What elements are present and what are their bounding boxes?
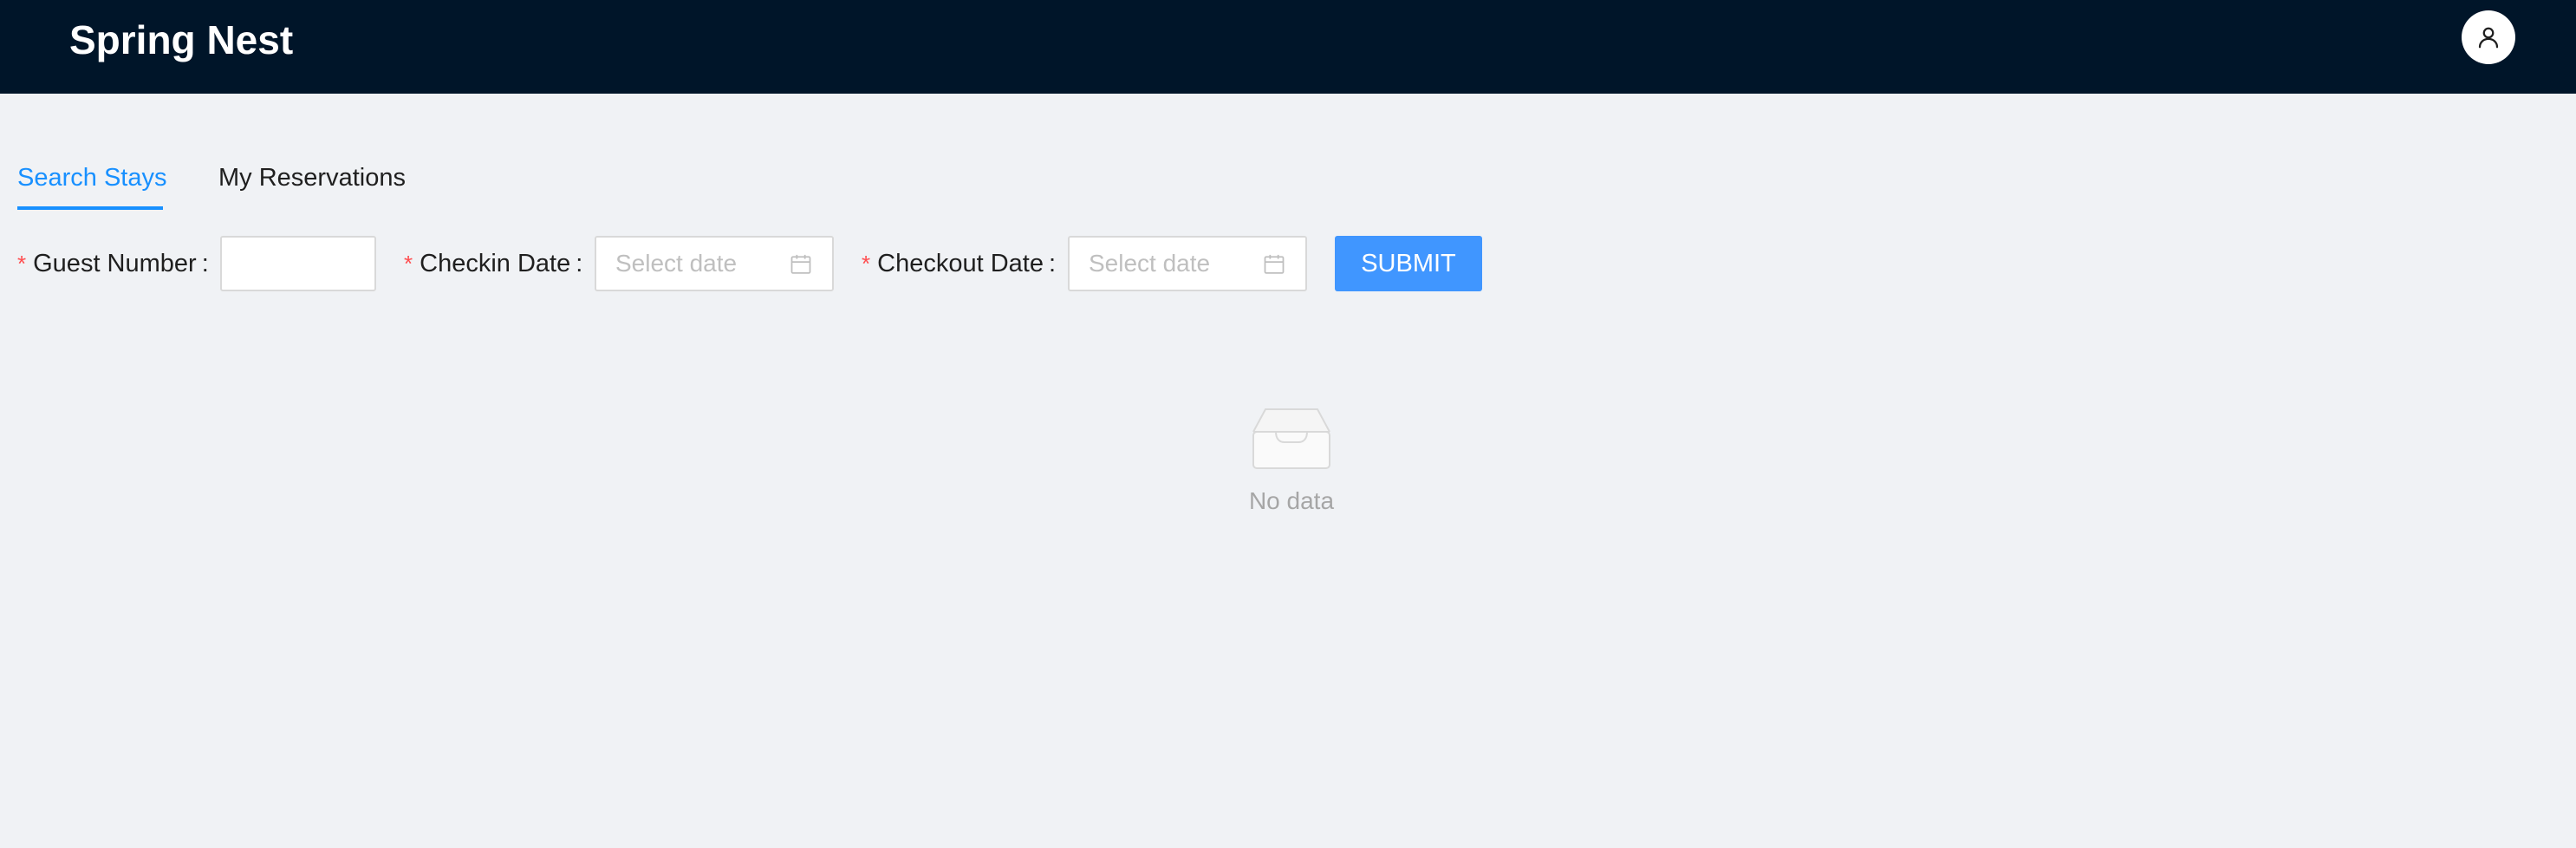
guest-number-label: * Guest Number: [17,250,209,277]
calendar-icon [1264,254,1285,274]
guest-number-input[interactable] [222,238,374,290]
empty-inbox-icon [1252,408,1330,469]
tab-my-reservations[interactable]: My Reservations [218,151,406,205]
submit-button[interactable]: SUBMIT [1335,236,1482,291]
guest-number-field[interactable] [220,236,376,291]
main-content: Search Stays My Reservations * Guest Numb… [0,94,2576,848]
calendar-icon [790,254,811,274]
checkin-date-label: * Checkin Date: [404,250,583,277]
empty-state: No data [1196,406,1387,515]
checkout-date-picker[interactable] [1068,236,1307,291]
app-header: Spring Nest [0,0,2576,94]
user-icon [2478,27,2499,49]
required-mark: * [404,251,413,277]
empty-state-text: No data [1248,487,1335,514]
checkin-date-picker[interactable] [595,236,834,291]
checkout-date-label: * Checkout Date: [862,250,1057,277]
tab-search-stays[interactable]: Search Stays [17,151,166,205]
app-title: Spring Nest [69,17,294,62]
required-mark: * [862,251,871,277]
active-tab-indicator [17,206,163,210]
required-mark: * [17,251,27,277]
user-avatar-button[interactable] [2462,10,2515,64]
